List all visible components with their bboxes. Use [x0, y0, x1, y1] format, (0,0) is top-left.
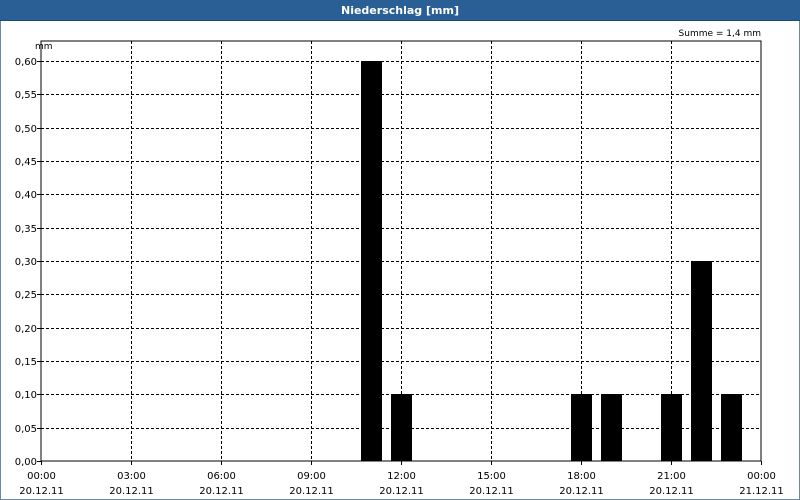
y-tick-label: 0,40 [15, 190, 37, 201]
x-tick-time-label: 03:00 [117, 471, 146, 482]
x-tick-date-label: 20.12.11 [19, 486, 64, 497]
x-tick-date-label: 20.12.11 [559, 486, 604, 497]
precipitation-bar [571, 394, 592, 461]
y-tick-label: 0,00 [15, 457, 37, 468]
x-tick-time-label: 06:00 [207, 471, 236, 482]
x-axis-ticks: 00:00 20.12.11 03:00 20.12.11 06:00 20.12.11 0… [19, 461, 784, 497]
x-tick-date-label: 20.12.11 [199, 486, 244, 497]
x-tick-date-label: 20.12.11 [109, 486, 154, 497]
precipitation-bar [721, 394, 742, 461]
y-tick-label: 0,20 [15, 324, 37, 335]
sum-annotation: Summe = 1,4 mm [679, 29, 761, 39]
y-tick-label: 0,45 [15, 157, 37, 168]
precipitation-bar [691, 261, 712, 461]
x-tick-time-label: 21:00 [657, 471, 686, 482]
precipitation-bar [361, 61, 382, 461]
x-tick-date-label: 20.12.11 [469, 486, 514, 497]
x-tick-date-label: 20.12.11 [649, 486, 694, 497]
y-axis-ticks: 0,00 0,05 0,10 0,15 0,20 0,25 0,30 0,35 0,40 0,45… [15, 57, 41, 468]
x-tick-time-label: 12:00 [387, 471, 416, 482]
y-tick-label: 0,05 [15, 424, 37, 435]
x-tick-time-label: 15:00 [477, 471, 506, 482]
precipitation-bar [661, 394, 682, 461]
y-tick-label: 0,55 [15, 90, 37, 101]
x-tick-time-label: 00:00 [747, 471, 776, 482]
y-tick-label: 0,50 [15, 124, 37, 135]
x-tick-date-label: 20.12.11 [379, 486, 424, 497]
x-tick-time-label: 00:00 [27, 471, 56, 482]
x-tick-date-label: 20.12.11 [289, 486, 334, 497]
y-tick-label: 0,15 [15, 357, 37, 368]
precipitation-bar [601, 394, 622, 461]
y-tick-label: 0,10 [15, 390, 37, 401]
y-tick-label: 0,30 [15, 257, 37, 268]
x-tick-time-label: 18:00 [567, 471, 596, 482]
y-tick-label: 0,60 [15, 57, 37, 68]
x-tick-date-label: 21.12.11 [739, 486, 784, 497]
precipitation-bar [391, 394, 412, 461]
y-unit-label: mm [35, 42, 53, 52]
y-tick-label: 0,25 [15, 290, 37, 301]
precipitation-chart: mm Summe = 1,4 mm 0,000,050,100,150,200,… [15, 29, 784, 497]
y-tick-label: 0,35 [15, 224, 37, 235]
x-tick-time-label: 09:00 [297, 471, 326, 482]
